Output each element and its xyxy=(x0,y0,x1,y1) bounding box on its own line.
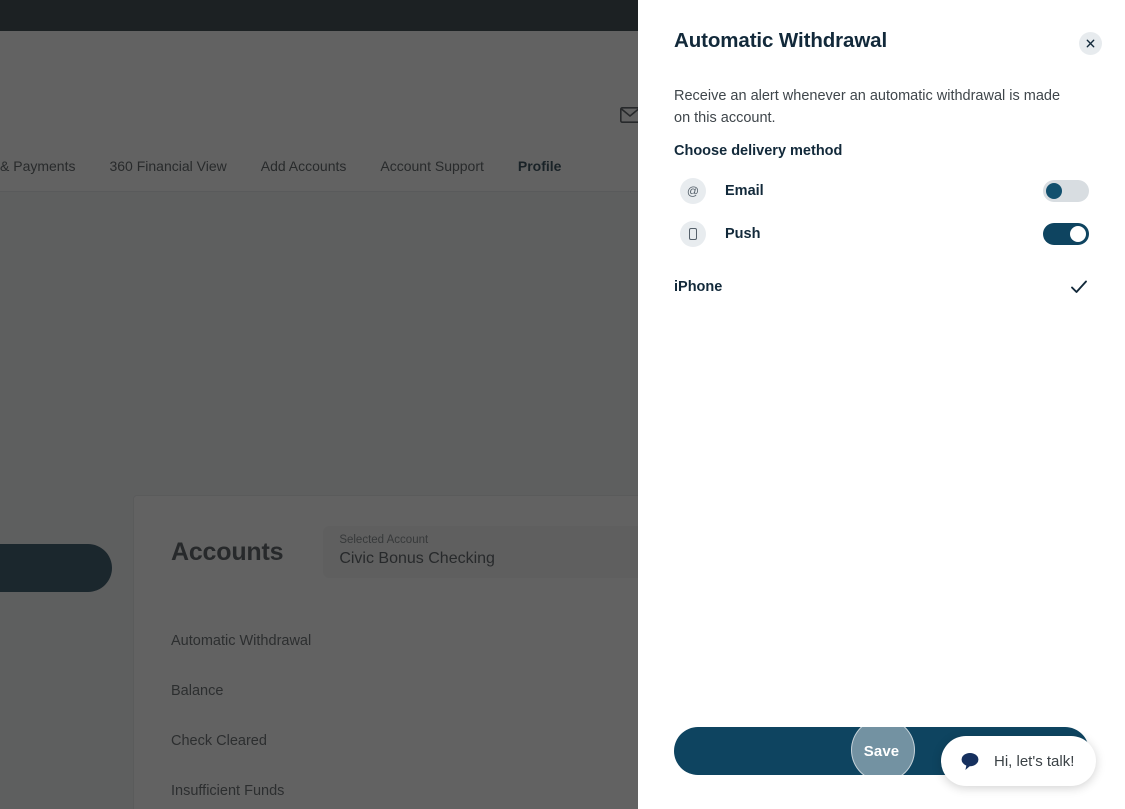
chat-widget[interactable]: Hi, let's talk! xyxy=(941,736,1097,786)
push-toggle[interactable] xyxy=(1043,222,1089,245)
mobile-phone-icon xyxy=(680,220,706,247)
device-name: iPhone xyxy=(674,279,723,295)
screen: Rates Status & Payments 360 Financial Vi… xyxy=(0,0,1125,809)
panel-title: Automatic Withdrawal xyxy=(674,29,888,52)
delivery-method-list: @ Email Push xyxy=(674,169,1089,255)
delivery-method-email: @ Email xyxy=(674,169,1089,212)
automatic-withdrawal-panel: Automatic Withdrawal Receive an alert wh… xyxy=(638,0,1125,809)
chat-widget-label: Hi, let's talk! xyxy=(994,752,1075,770)
at-sign-icon: @ xyxy=(680,177,706,204)
close-icon[interactable] xyxy=(1079,32,1102,55)
toggle-knob xyxy=(1046,182,1062,199)
panel-header: Automatic Withdrawal xyxy=(638,0,1125,55)
email-toggle[interactable] xyxy=(1043,179,1089,202)
delivery-method-label: Push xyxy=(725,225,761,242)
panel-body: Receive an alert whenever an automatic w… xyxy=(638,55,1125,727)
panel-description: Receive an alert whenever an automatic w… xyxy=(674,88,1061,126)
delivery-method-label: Email xyxy=(725,182,764,199)
chat-bubble-icon xyxy=(959,751,981,771)
delivery-method-heading: Choose delivery method xyxy=(674,143,843,159)
delivery-method-push: Push xyxy=(674,212,1089,255)
check-icon xyxy=(1069,277,1089,297)
device-option-iphone[interactable]: iPhone xyxy=(674,274,1089,300)
toggle-knob xyxy=(1070,225,1086,242)
